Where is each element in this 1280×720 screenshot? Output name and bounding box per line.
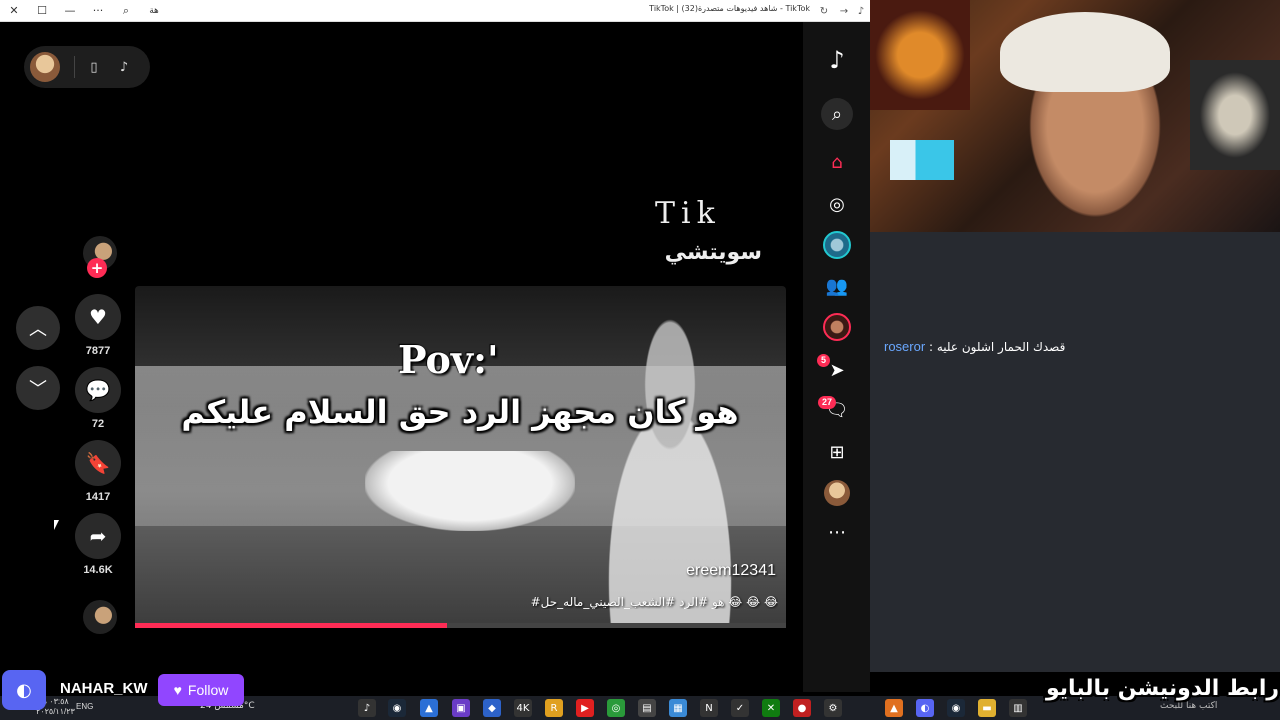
minimize-icon[interactable]: — [56, 0, 84, 22]
app-taskbar-icon[interactable]: ▣ [452, 699, 470, 717]
browser-titlebar: ✕ ☐ — ··· ⌕ هة TikTok | شاهد فيديوهات مت… [0, 0, 870, 22]
donation-banner: رابط الدونيشن بالبايو [1046, 676, 1280, 701]
previous-video-button[interactable]: ︿ [16, 306, 60, 350]
video-caption: هو كان مجهز الرد حق السلام عليكم [181, 393, 739, 431]
xbox-taskbar-icon[interactable]: ✕ [762, 699, 780, 717]
app-taskbar-icon[interactable]: ▤ [638, 699, 656, 717]
video-overlay-brand-sub: سويتشي [664, 240, 762, 265]
app-taskbar-icon[interactable]: ▦ [669, 699, 687, 717]
music-disc[interactable] [83, 600, 117, 634]
save-count: 1417 [85, 491, 111, 503]
video-progress-bar[interactable] [135, 623, 786, 628]
like-button[interactable]: ♥ [75, 294, 121, 340]
tab-title: TikTok | شاهد فيديوهات متصدرة(32) - TikT… [649, 4, 810, 13]
follow-plus-button[interactable]: + [87, 258, 107, 278]
forward-icon[interactable]: → [835, 0, 853, 22]
taskbar-search-field[interactable]: اكتب هنا للبحث [1160, 701, 1217, 711]
search-icon[interactable]: ⌕ [821, 98, 853, 130]
maximize-icon[interactable]: ☐ [28, 0, 56, 22]
ai-label[interactable]: هة [140, 0, 168, 22]
video-hashtags[interactable]: #هو #الرد #الشعب_الصيني_ماله_حل 😂 😂 😂 [480, 595, 778, 609]
webcam-background-poster [870, 0, 970, 110]
steam-taskbar-icon[interactable]: ◉ [388, 699, 406, 717]
chat-pane [870, 232, 1280, 672]
live-avatar[interactable] [821, 311, 853, 343]
video-progress-fill [135, 623, 448, 628]
refresh-icon[interactable]: ↻ [815, 0, 833, 22]
phone-icon[interactable]: ▯ [83, 56, 105, 78]
language-indicator[interactable]: ENG [76, 702, 93, 711]
like-count: 7877 [85, 345, 111, 357]
tiktok-taskbar-icon[interactable]: ♪ [358, 699, 376, 717]
steam-taskbar-icon[interactable]: ◉ [947, 699, 965, 717]
streamer-headwear [1000, 12, 1170, 92]
share-icon: ➦ [89, 524, 107, 548]
follow-button[interactable]: ♥ Follow [158, 674, 244, 706]
tiktok-logo-icon[interactable]: ♪ [821, 44, 853, 76]
chat-username: roseror [884, 339, 926, 354]
more-options-icon[interactable]: ⋯ [821, 516, 853, 548]
home-icon[interactable]: ⌂ [821, 146, 853, 178]
discord-overlay-icon: ◐ [2, 670, 46, 710]
share-count: 14.6K [83, 564, 113, 576]
profile-avatar[interactable] [30, 52, 60, 82]
video-overlay-brand: Tik [655, 196, 721, 231]
close-icon[interactable]: ✕ [0, 0, 28, 22]
profile-avatar-sidebar[interactable] [821, 477, 853, 509]
comment-count: 72 [91, 418, 105, 430]
next-video-button[interactable]: ﹀ [16, 366, 60, 410]
discord-taskbar-icon[interactable]: ◐ [916, 699, 934, 717]
chat-message: roseror : قصدك الحمار اشلون عليه [884, 339, 1264, 354]
heart-icon: ♥ [173, 682, 182, 698]
share-button[interactable]: ➦ [75, 513, 121, 559]
bookmark-icon: 🔖 [85, 451, 111, 475]
more-icon[interactable]: ··· [84, 0, 112, 22]
heart-icon: ♥ [89, 305, 107, 329]
tiktok-favicon-icon: ♪ [857, 5, 865, 17]
mouse-cursor [54, 520, 59, 530]
chrome-taskbar-icon[interactable]: ◎ [607, 699, 625, 717]
youtube-taskbar-icon[interactable]: ▶ [576, 699, 594, 717]
task-view-icon[interactable]: ▥ [1009, 699, 1027, 717]
app-taskbar-icon[interactable]: R [545, 699, 563, 717]
chat-text: : قصدك الحمار اشلون عليه [925, 340, 1066, 354]
video-pov-label: Pov:' [398, 337, 499, 382]
zoom-icon[interactable]: ⌕ [112, 0, 140, 22]
settings-taskbar-icon[interactable]: ⚙ [824, 699, 842, 717]
following-avatar[interactable] [821, 229, 853, 261]
app-taskbar-icon[interactable]: N [700, 699, 718, 717]
app-taskbar-icon[interactable]: ◆ [483, 699, 501, 717]
video-author-username[interactable]: ereem12341 [600, 562, 776, 580]
friends-icon[interactable]: 👥 [821, 270, 853, 302]
streamer-handle: NAHAR_KW [60, 680, 148, 697]
video-frame-car [365, 451, 575, 531]
follow-label: Follow [187, 682, 229, 698]
webcam-feed [870, 0, 1280, 232]
webcam-background-poster [1190, 60, 1280, 170]
tiktok-icon[interactable]: ♪ [113, 56, 135, 78]
app-taskbar-icon[interactable]: ▲ [885, 699, 903, 717]
comment-button[interactable]: 💬 [75, 367, 121, 413]
webcam-background-card [890, 140, 954, 180]
explore-icon[interactable]: ◎ [821, 188, 853, 220]
upload-icon[interactable]: ⊞ [821, 436, 853, 468]
inbox-badge: 5 [817, 354, 831, 367]
top-controls-pill: ▯ ♪ [24, 46, 150, 88]
app-taskbar-icon[interactable]: ▲ [420, 699, 438, 717]
save-button[interactable]: 🔖 [75, 440, 121, 486]
check-taskbar-icon[interactable]: ✓ [731, 699, 749, 717]
4k-taskbar-icon[interactable]: 4K [514, 699, 532, 717]
video-frame-person [575, 316, 765, 628]
messages-badge: 27 [818, 396, 837, 409]
divider [74, 56, 75, 78]
folder-taskbar-icon[interactable]: ▬ [978, 699, 996, 717]
comment-icon: 💬 [85, 378, 111, 402]
app-taskbar-icon[interactable]: ● [793, 699, 811, 717]
